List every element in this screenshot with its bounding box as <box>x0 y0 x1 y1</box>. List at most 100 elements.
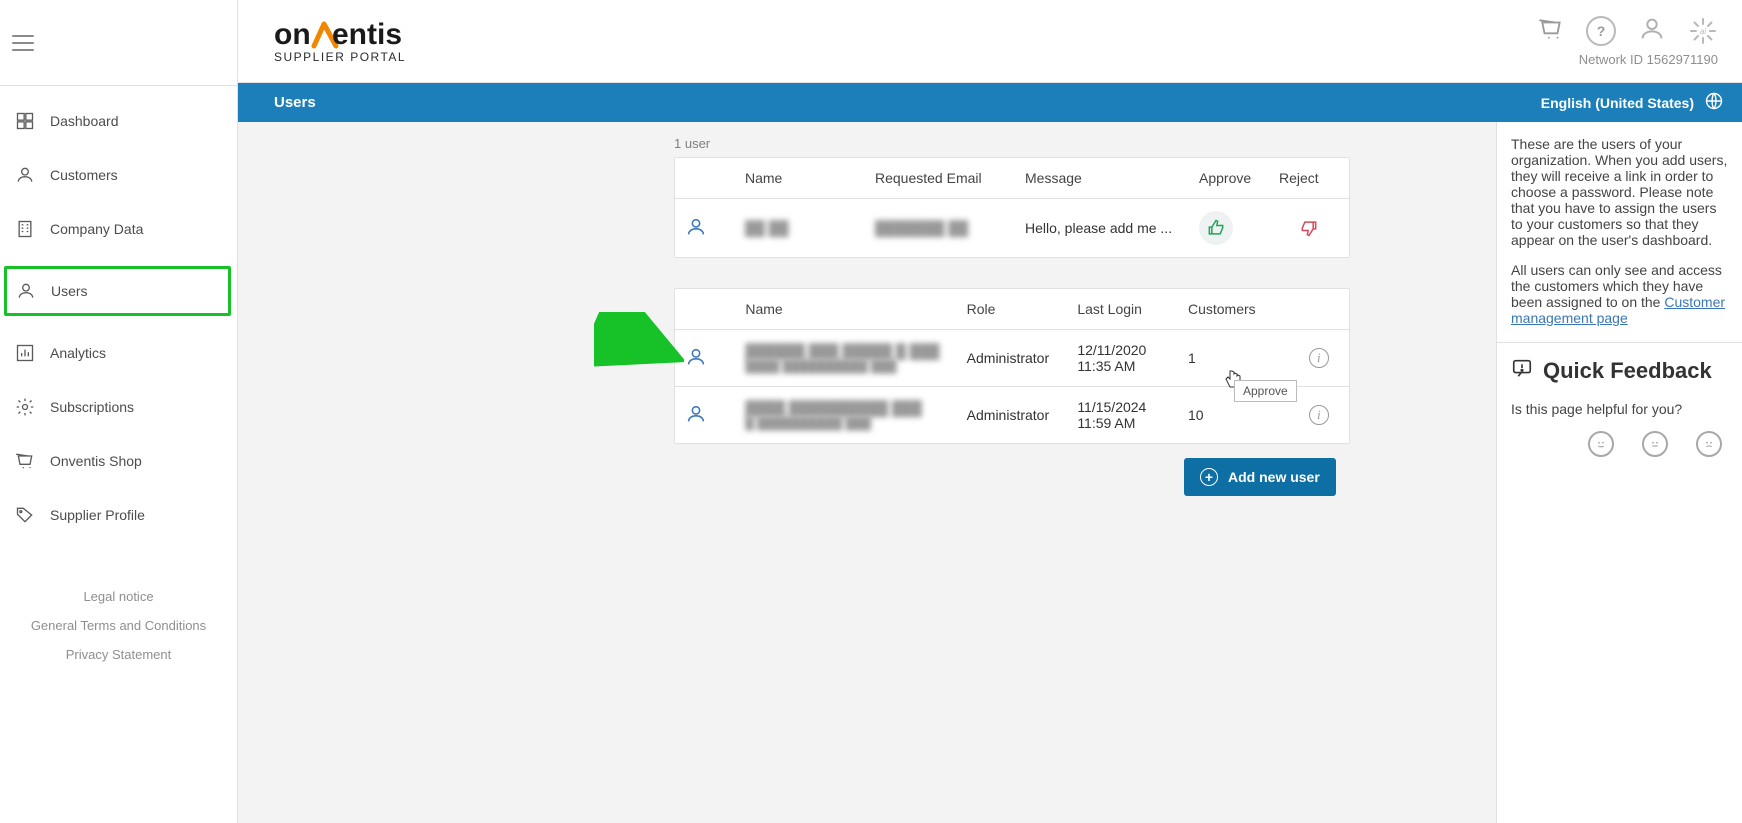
top-icon-row: ? ai <box>1538 15 1718 46</box>
pending-message: Hello, please add me ... <box>1025 220 1172 236</box>
quick-feedback-label: Quick Feedback <box>1543 358 1712 384</box>
face-neutral-icon[interactable] <box>1642 431 1668 457</box>
col-role: Role <box>957 289 1068 330</box>
sidebar-item-customers[interactable]: Customers <box>0 148 237 202</box>
sidebar-item-users[interactable]: Users <box>4 266 231 316</box>
brand-logo: on entis <box>274 18 432 52</box>
svg-text:entis: entis <box>332 18 402 51</box>
col-customers: Customers <box>1178 289 1289 330</box>
link-terms[interactable]: General Terms and Conditions <box>0 611 237 640</box>
avatar-icon <box>685 225 707 241</box>
pending-users-table: Name Requested Email Message Approve Rej… <box>675 158 1349 257</box>
customers-icon <box>14 164 36 186</box>
user-name-line2: █ ██████████ ███ <box>745 416 946 430</box>
user-last-login-date: 11/15/2024 <box>1077 399 1168 415</box>
sidebar-item-label: Dashboard <box>50 113 119 129</box>
help-paragraph-1: These are the users of your organization… <box>1511 136 1730 248</box>
sidebar-item-company-data[interactable]: Company Data <box>0 202 237 256</box>
pending-count: 1 user <box>674 136 1496 151</box>
sidebar-item-label: Users <box>51 283 88 299</box>
user-last-login-date: 12/11/2020 <box>1077 342 1168 358</box>
sidebar-item-label: Supplier Profile <box>50 507 145 523</box>
user-name-line1: ████ ██████████ ███ <box>745 400 946 416</box>
feedback-question: Is this page helpful for you? <box>1511 401 1730 417</box>
content-area: 1 user Name Requested Email Message <box>238 122 1496 823</box>
sidebar-nav: Dashboard Customers Company Data Users <box>0 86 237 542</box>
menu-toggle[interactable] <box>12 35 34 51</box>
sidebar-item-label: Subscriptions <box>50 399 134 415</box>
sidebar-item-supplier-profile[interactable]: Supplier Profile <box>0 488 237 542</box>
col-reject: Reject <box>1269 158 1349 199</box>
svg-text:on: on <box>274 18 311 51</box>
brand-subtitle: SUPPLIER PORTAL <box>274 50 432 64</box>
face-happy-icon[interactable] <box>1588 431 1614 457</box>
user-icon <box>15 280 37 302</box>
col-last-login: Last Login <box>1067 289 1178 330</box>
plus-icon: + <box>1200 468 1218 486</box>
col-email: Requested Email <box>865 158 1015 199</box>
cart-icon[interactable] <box>1538 16 1564 45</box>
user-last-login-time: 11:59 AM <box>1077 415 1168 431</box>
link-legal-notice[interactable]: Legal notice <box>0 582 237 611</box>
dashboard-icon <box>14 110 36 132</box>
add-user-label: Add new user <box>1228 469 1320 485</box>
cart-icon <box>14 450 36 472</box>
sidebar-item-label: Onventis Shop <box>50 453 142 469</box>
language-selector[interactable]: English (United States) <box>1541 91 1724 114</box>
approve-tooltip: Approve <box>1234 380 1297 402</box>
profile-icon[interactable] <box>1638 15 1666 46</box>
annotation-arrow-icon <box>594 312 684 372</box>
network-id: Network ID 1562971190 <box>1579 52 1718 67</box>
page-header-bar: Users English (United States) <box>238 83 1742 122</box>
user-name-line1: ██████ ███ █████ █ ███ <box>745 343 946 359</box>
link-privacy[interactable]: Privacy Statement <box>0 640 237 669</box>
approve-button[interactable] <box>1199 211 1233 245</box>
reject-button[interactable] <box>1279 218 1339 238</box>
users-card: Name Role Last Login Customers <box>674 288 1350 444</box>
loading-icon: ai <box>1688 16 1718 46</box>
pending-name: ██ ██ <box>745 220 789 236</box>
col-message: Message <box>1015 158 1189 199</box>
main: on entis SUPPLIER PORTAL ? <box>238 0 1742 823</box>
sidebar-item-analytics[interactable]: Analytics <box>0 326 237 380</box>
quick-feedback-title: Quick Feedback <box>1511 357 1730 385</box>
brand: on entis SUPPLIER PORTAL <box>274 18 432 64</box>
row-info-button[interactable]: i <box>1309 405 1329 425</box>
topbar: on entis SUPPLIER PORTAL ? <box>238 0 1742 83</box>
user-last-login-time: 11:35 AM <box>1077 358 1168 374</box>
users-table: Name Role Last Login Customers <box>675 289 1349 443</box>
app-root: Dashboard Customers Company Data Users <box>0 0 1742 823</box>
feedback-icon <box>1511 357 1533 385</box>
user-role: Administrator <box>957 387 1068 444</box>
pending-row: ██ ██ ███████ ██ Hello, please add me ..… <box>675 199 1349 258</box>
pending-users-card: Name Requested Email Message Approve Rej… <box>674 157 1350 258</box>
avatar-icon <box>685 355 707 371</box>
avatar-icon <box>685 412 707 428</box>
page-title: Users <box>274 94 316 111</box>
analytics-icon <box>14 342 36 364</box>
table-row[interactable]: ██████ ███ █████ █ ███ ████ ██████████ █… <box>675 330 1349 387</box>
svg-text:ai: ai <box>1700 27 1706 36</box>
sidebar-item-onventis-shop[interactable]: Onventis Shop <box>0 434 237 488</box>
user-role: Administrator <box>957 330 1068 387</box>
sidebar-item-label: Analytics <box>50 345 106 361</box>
sidebar-legal-links: Legal notice General Terms and Condition… <box>0 582 237 669</box>
help-panel: These are the users of your organization… <box>1496 122 1742 823</box>
content-row: 1 user Name Requested Email Message <box>238 122 1742 823</box>
feedback-faces <box>1511 431 1730 457</box>
user-name-line2: ████ ██████████ ███ <box>745 359 946 373</box>
col-name: Name <box>735 289 956 330</box>
sidebar-item-label: Company Data <box>50 221 143 237</box>
face-sad-icon[interactable] <box>1696 431 1722 457</box>
add-user-button[interactable]: + Add new user <box>1184 458 1336 496</box>
gear-icon <box>14 396 36 418</box>
sidebar-header <box>0 0 237 86</box>
sidebar-item-dashboard[interactable]: Dashboard <box>0 94 237 148</box>
sidebar-item-subscriptions[interactable]: Subscriptions <box>0 380 237 434</box>
language-label: English (United States) <box>1541 95 1694 111</box>
row-info-button[interactable]: i <box>1309 348 1329 368</box>
globe-icon <box>1704 91 1724 114</box>
tag-icon <box>14 504 36 526</box>
help-paragraph-2: All users can only see and access the cu… <box>1511 262 1730 326</box>
help-icon[interactable]: ? <box>1586 16 1616 46</box>
